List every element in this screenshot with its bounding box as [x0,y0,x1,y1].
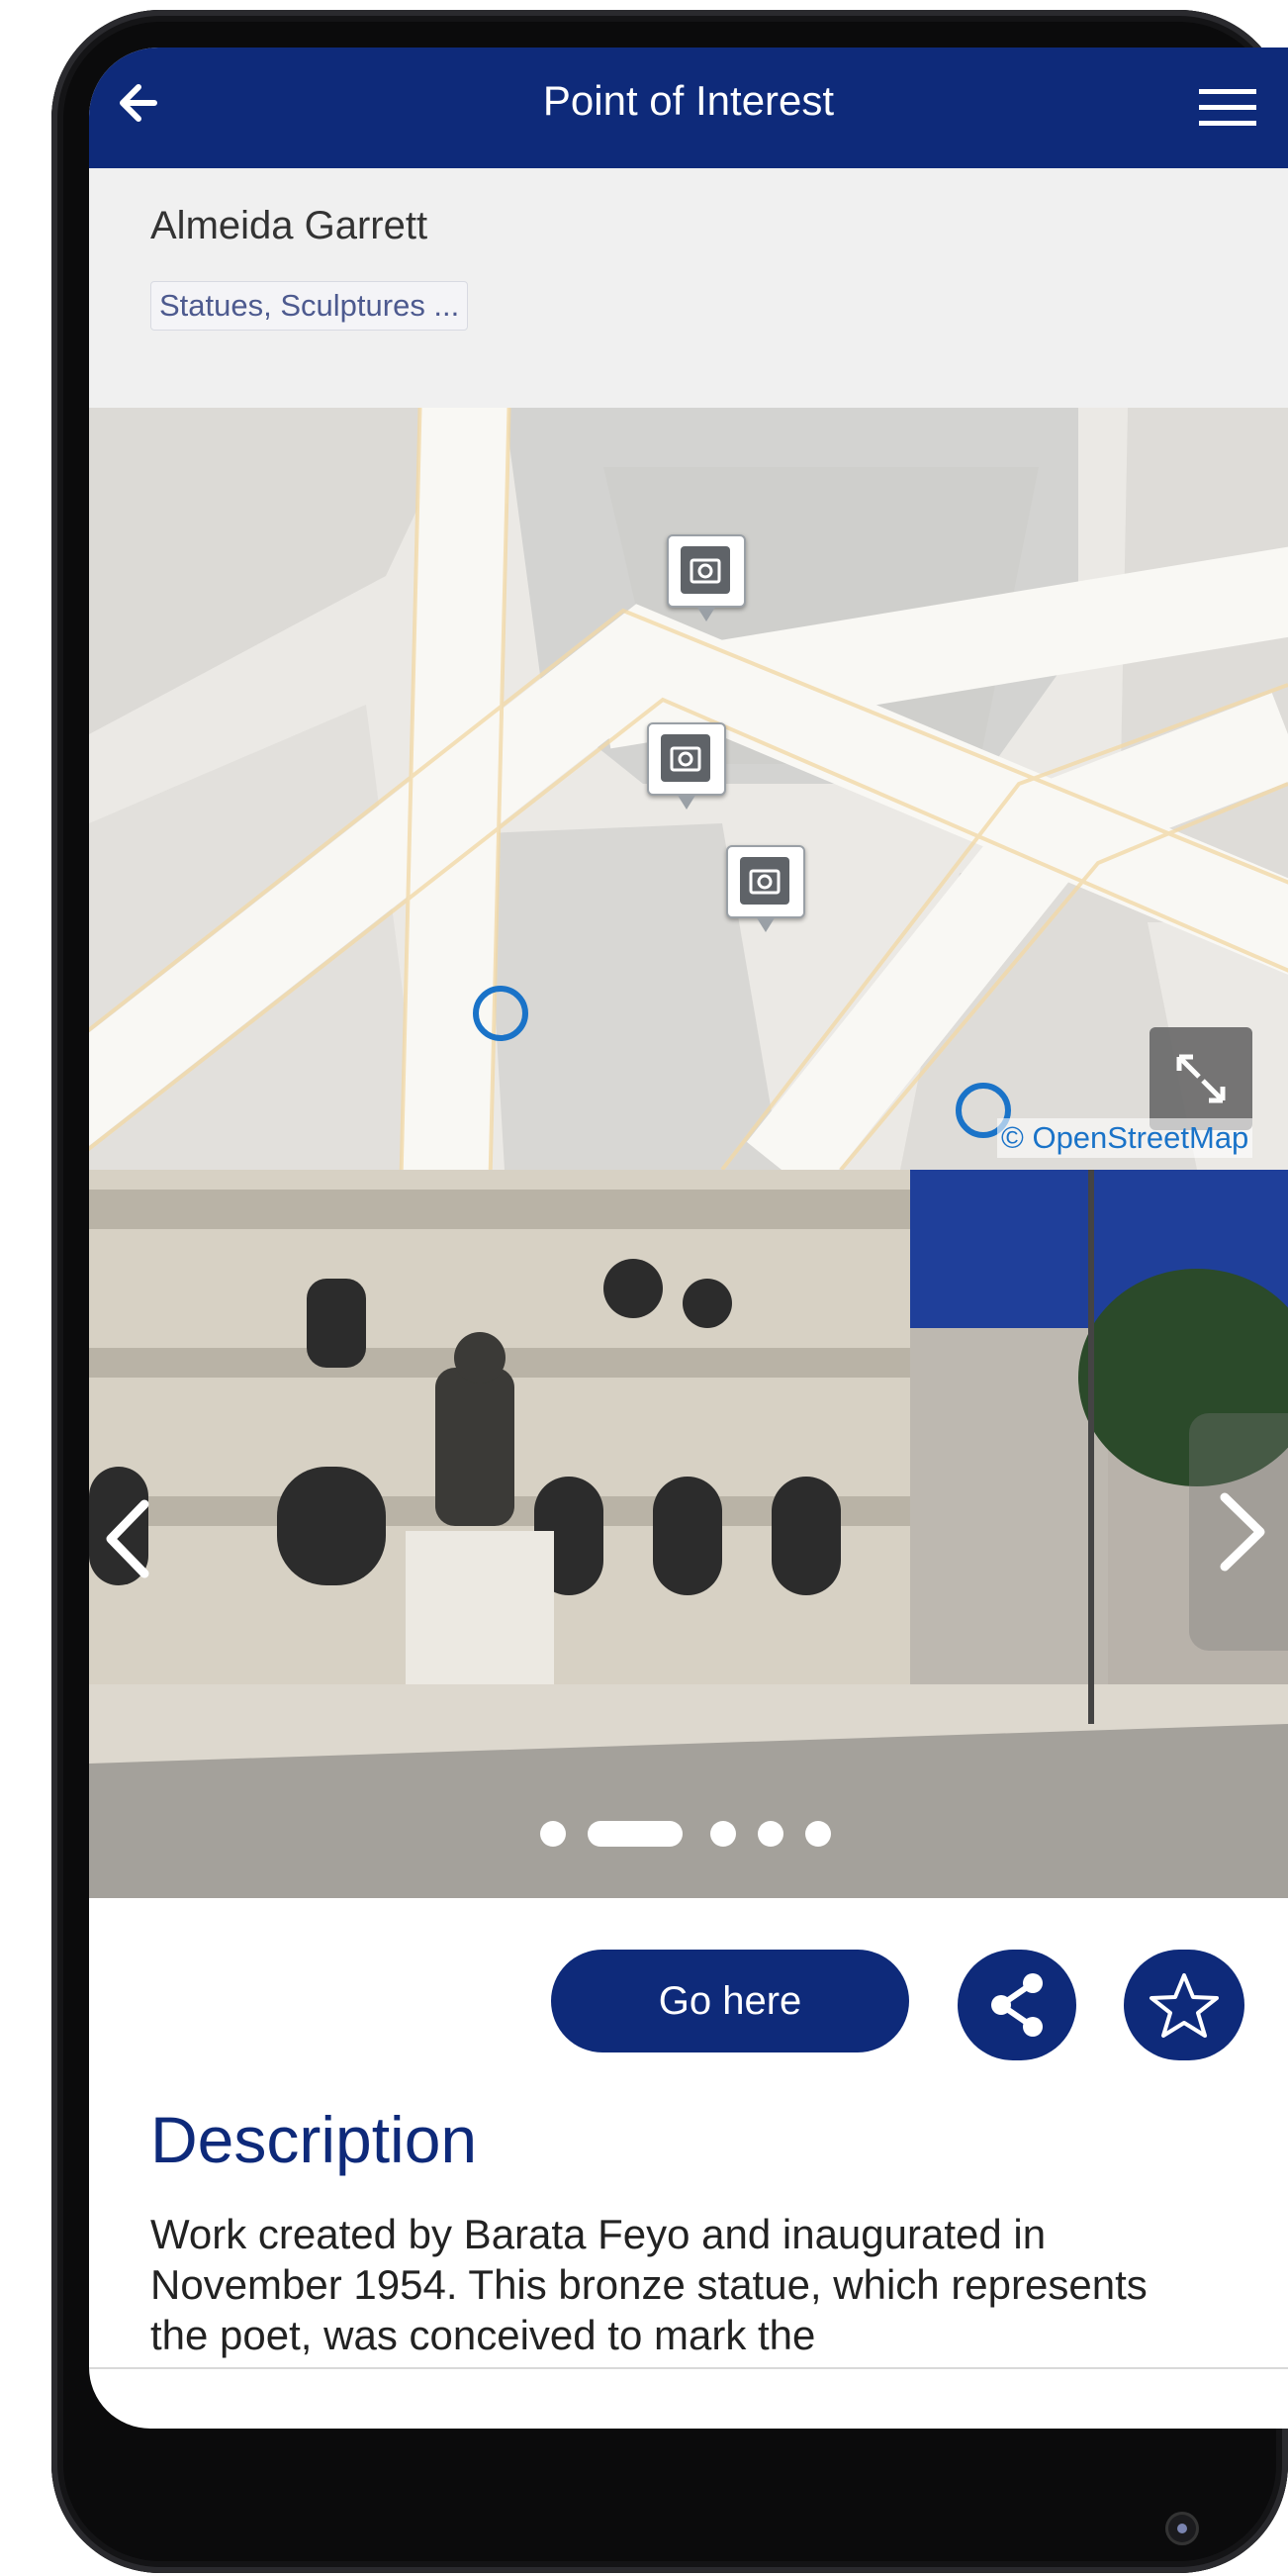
poi-name: Almeida Garrett [150,204,428,247]
description-text: Work created by Barata Feyo and inaugura… [150,2211,1148,2358]
chevron-left-icon [106,1499,149,1578]
go-here-button[interactable]: Go here [551,1950,909,2052]
map-expand-button[interactable] [1150,1027,1252,1130]
share-button[interactable] [958,1950,1076,2060]
camera-icon [661,734,710,782]
menu-button[interactable] [1197,85,1258,131]
map-attribution[interactable]: © OpenStreetMap [997,1118,1253,1158]
marker-tip [696,606,716,621]
pagination-dot[interactable] [805,1821,831,1847]
page-title: Point of Interest [542,77,835,124]
pagination-dot[interactable] [710,1821,736,1847]
gallery-next-button[interactable] [1189,1413,1288,1651]
photo-gallery[interactable] [89,1170,1288,1898]
top-app-bar: Point of Interest [89,48,1288,168]
content-divider [89,2367,1288,2369]
pagination-dot[interactable] [758,1821,783,1847]
gallery-photo [89,1170,1288,1898]
gallery-prev-button[interactable] [89,1425,178,1653]
map-marker-3[interactable] [726,845,805,932]
chevron-right-icon [1220,1492,1265,1572]
camera-glyph [670,746,701,772]
map-marker-1[interactable] [667,534,746,621]
marker-tip [756,916,776,932]
location-indicator[interactable] [473,986,528,1041]
camera-glyph [749,869,781,895]
camera-icon [681,546,730,594]
arrow-left-icon [120,84,157,122]
expand-icon [1176,1054,1226,1103]
share-icon [991,1973,1043,2037]
description-heading: Description [150,2103,478,2176]
camera-icon [740,857,789,905]
map-marker-2[interactable] [647,722,726,810]
marker-tip [677,794,696,810]
camera-glyph [690,558,721,584]
favorite-button[interactable] [1124,1950,1244,2060]
poi-category-chip[interactable]: Statues, Sculptures ... [150,281,469,331]
back-button[interactable] [111,73,170,133]
page-title-wrap: Point of Interest [89,77,1288,125]
pagination-dot[interactable] [540,1821,566,1847]
star-outline-icon [1150,1973,1219,2038]
hamburger-menu-icon [1199,89,1256,126]
front-camera [1165,2512,1199,2545]
pagination-dot-active[interactable] [588,1821,683,1847]
